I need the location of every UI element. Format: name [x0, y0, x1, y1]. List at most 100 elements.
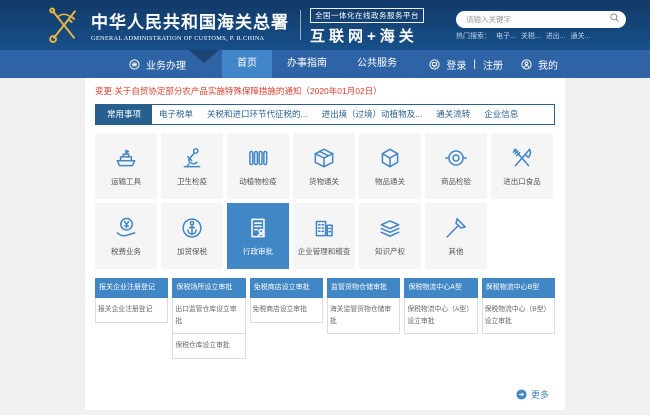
tab-e-tax-bill[interactable]: 电子税单	[152, 105, 200, 124]
service-row: 税费业务 加贸保税 行政审批 企业管理和稽查 知识产权 其他	[95, 203, 555, 269]
quarantine-bars-icon	[245, 145, 271, 171]
site-title: 中华人民共和国海关总署	[91, 8, 289, 33]
more-button[interactable]: 更多	[516, 388, 549, 401]
register-link[interactable]: 注册	[483, 57, 503, 72]
approval-item-link[interactable]: 保税物流中心（B型）设立审批	[482, 298, 555, 334]
nav-item-public-service[interactable]: 公共服务	[342, 50, 412, 78]
buildings-icon	[311, 215, 337, 241]
service-tile-label: 企业管理和稽查	[298, 246, 351, 257]
service-tile-microscope[interactable]: 卫生检疫	[161, 133, 223, 199]
hot-search-term[interactable]: 进出...	[546, 31, 566, 41]
tab-tariff[interactable]: 关税和进口环节代征税的...	[200, 105, 315, 124]
more-label: 更多	[531, 388, 549, 401]
service-tile-buildings[interactable]: 企业管理和稽查	[293, 203, 355, 269]
main-nav: 业务办理 首页办事指南公共服务 登录 | 注册 我的	[0, 50, 650, 78]
service-tile-food[interactable]: 进出口食品	[491, 133, 553, 199]
approval-category-button-duty-free-shop[interactable]: 免税商店设立审批	[250, 278, 323, 298]
category-tabbar: 常用事项电子税单关税和进口环节代征税的...进出境（过境）动植物及...通关流转…	[95, 104, 555, 125]
business-menu-label: 业务办理	[146, 57, 186, 72]
approval-column-bonded-logistics-a: 保税物流中心A型保税物流中心（A型）设立审批	[404, 278, 477, 334]
service-tile-label: 加贸保税	[177, 246, 207, 257]
approval-category-button-bonded-premises[interactable]: 保税场所设立审批	[172, 278, 245, 298]
service-tile-label: 其他	[449, 246, 464, 257]
books-icon	[377, 215, 403, 241]
business-menu-button[interactable]: 业务办理	[128, 57, 186, 72]
service-tile-books[interactable]: 知识产权	[359, 203, 421, 269]
service-tile-label: 物品通关	[375, 176, 405, 187]
service-tile-label: 行政审批	[243, 246, 273, 257]
approval-category-button-bonded-logistics-a[interactable]: 保税物流中心A型	[404, 278, 477, 298]
service-tile-approval-doc[interactable]: 行政审批	[227, 203, 289, 269]
approval-item-link[interactable]: 保税物流中心（A型）设立审批	[404, 298, 477, 334]
auth-separator: |	[473, 59, 476, 70]
service-tile-label: 动植物检疫	[239, 176, 277, 187]
nav-items: 首页办事指南公共服务	[222, 50, 412, 78]
approval-category-button-supervised-warehouse[interactable]: 监管货物仓储审批	[327, 278, 400, 298]
tab-animal-plant[interactable]: 进出境（过境）动植物及...	[315, 105, 430, 124]
customs-portal-page: 中华人民共和国海关总署 GENERAL ADMINISTRATION OF CU…	[0, 0, 650, 415]
service-tile-label: 货物通关	[309, 176, 339, 187]
ship-icon	[113, 145, 139, 171]
approval-category-button-customs-broker-reg[interactable]: 报关企业注册登记	[95, 278, 168, 298]
approval-item-link[interactable]: 保税仓库设立审批	[172, 334, 245, 359]
login-link[interactable]: 登录	[446, 57, 466, 72]
approval-columns: 报关企业注册登记报关企业注册登记保税场所设立审批出口监管仓库设立审批保税仓库设立…	[85, 269, 565, 359]
search-area: 热门搜索： 电子... 关税... 进出... 通关...	[456, 9, 626, 41]
service-tile-tax-yuan[interactable]: 税费业务	[95, 203, 157, 269]
customs-emblem-icon	[44, 5, 84, 45]
my-account-link[interactable]: 我的	[538, 57, 558, 72]
tab-enterprise-info[interactable]: 企业信息	[477, 105, 525, 124]
service-tile-label: 进出口食品	[503, 176, 541, 187]
service-tile-quarantine-bars[interactable]: 动植物检疫	[227, 133, 289, 199]
site-header: 中华人民共和国海关总署 GENERAL ADMINISTRATION OF CU…	[0, 0, 650, 50]
inspection-icon	[443, 145, 469, 171]
tab-clearance-flow[interactable]: 通关流转	[429, 105, 477, 124]
food-icon	[509, 145, 535, 171]
service-tile-inspection[interactable]: 商品检验	[425, 133, 487, 199]
tab-common[interactable]: 常用事项	[96, 105, 152, 124]
approval-column-supervised-warehouse: 监管货物仓储审批海关监管货物仓储审批	[327, 278, 400, 334]
service-tile-anchor[interactable]: 加贸保税	[161, 203, 223, 269]
hamburger-circle-icon	[128, 58, 141, 71]
service-tile-label: 商品检验	[441, 176, 471, 187]
hot-search-term[interactable]: 通关...	[571, 31, 591, 41]
service-tile-package[interactable]: 货物通关	[293, 133, 355, 199]
tax-yuan-icon	[113, 215, 139, 241]
service-tile-label: 税费业务	[111, 246, 141, 257]
package-icon	[311, 145, 337, 171]
user-icon	[520, 58, 533, 71]
approval-item-link[interactable]: 免税商店设立审批	[250, 298, 323, 323]
platform-slogan: 全国一体化在线政务服务平台 互联网+海关	[310, 5, 424, 46]
microscope-icon	[179, 145, 205, 171]
more-arrow-icon	[516, 389, 527, 400]
nav-item-guide[interactable]: 办事指南	[272, 50, 342, 78]
hot-search-label: 热门搜索：	[456, 31, 491, 41]
nav-item-home[interactable]: 首页	[222, 50, 272, 78]
service-tile-cube[interactable]: 物品通关	[359, 133, 421, 199]
approval-category-button-bonded-logistics-b[interactable]: 保税物流中心B型	[482, 278, 555, 298]
search-icon[interactable]	[609, 12, 620, 23]
approval-item-link[interactable]: 出口监管仓库设立审批	[172, 298, 245, 334]
hot-search-line: 热门搜索： 电子... 关税... 进出... 通关...	[456, 31, 626, 41]
hot-search-terms: 电子... 关税... 进出... 通关...	[496, 31, 590, 41]
approval-column-duty-free-shop: 免税商店设立审批免税商店设立审批	[250, 278, 323, 323]
search-input[interactable]	[456, 11, 626, 28]
service-tile-label: 卫生检疫	[177, 176, 207, 187]
site-title-block: 中华人民共和国海关总署 GENERAL ADMINISTRATION OF CU…	[91, 8, 289, 42]
pushpin-icon	[443, 215, 469, 241]
notice-link[interactable]: 变更:关于自贸协定部分农产品实施特殊保障措施的通知（2020年01月02日）	[85, 78, 565, 97]
approval-column-bonded-premises: 保税场所设立审批出口监管仓库设立审批保税仓库设立审批	[172, 278, 245, 359]
login-monitor-icon	[428, 58, 441, 71]
anchor-icon	[179, 215, 205, 241]
hot-search-term[interactable]: 电子...	[496, 31, 516, 41]
approval-item-link[interactable]: 海关监管货物仓储审批	[327, 298, 400, 334]
content-card: 变更:关于自贸协定部分农产品实施特殊保障措施的通知（2020年01月02日） 常…	[85, 78, 565, 410]
service-tile-label: 知识产权	[375, 246, 405, 257]
service-tile-label: 运输工具	[111, 176, 141, 187]
service-tile-ship[interactable]: 运输工具	[95, 133, 157, 199]
cube-icon	[377, 145, 403, 171]
service-tile-pushpin[interactable]: 其他	[425, 203, 487, 269]
approval-item-link[interactable]: 报关企业注册登记	[95, 298, 168, 323]
services-grid: 运输工具 卫生检疫 动植物检疫 货物通关 物品通关 商品检验 进出口食品税费业务 加贸保税 行政…	[85, 125, 565, 269]
hot-search-term[interactable]: 关税...	[521, 31, 541, 41]
